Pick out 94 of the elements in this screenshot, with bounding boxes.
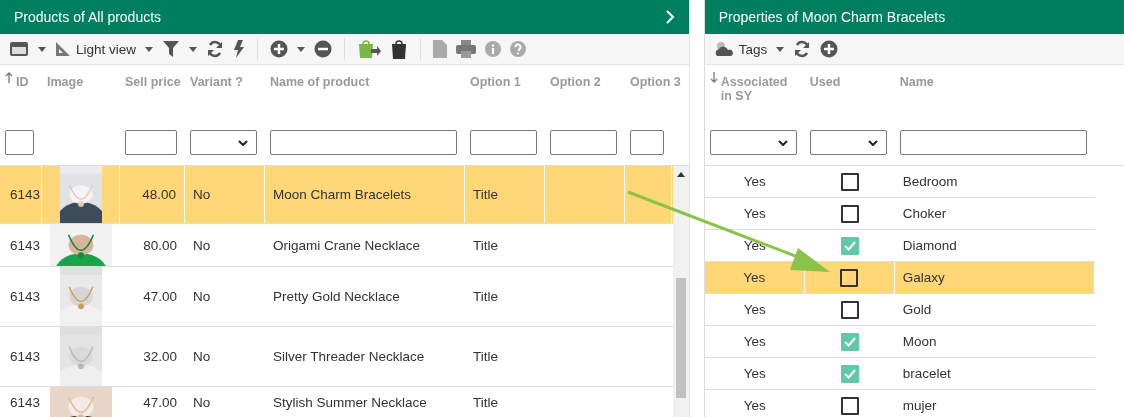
table-cell-text: Yes [742,333,767,351]
table-cell-text: Stylish Summer Necklace [272,394,428,410]
checkbox[interactable] [840,332,859,351]
shopping-bag-icon[interactable] [390,39,409,59]
scroll-up-icon[interactable] [676,172,685,178]
panel-title: Products of All products [14,9,162,25]
table-cell-text: Origami Crane Necklace [272,236,422,255]
table-cell-text: Yes [742,301,767,319]
table-row[interactable]: Yes mujer [704,390,1095,417]
filter-icon[interactable] [162,40,181,58]
table-cell-text: No [192,236,212,255]
lightning-icon[interactable] [233,40,246,58]
table-cell-text: No [192,394,212,410]
checkbox[interactable] [840,364,859,383]
window-icon[interactable] [9,41,29,57]
table-cell-text: Title [472,236,499,255]
table-cell-text: Diamond [901,237,958,255]
printer-icon[interactable] [456,40,477,58]
filter-field[interactable] [899,130,1087,155]
table-row[interactable]: Yes Gold [704,294,1095,326]
table-cell-text: Yes [742,397,767,415]
table-row[interactable]: Yes Bedroom [704,166,1095,198]
filter-dropdown[interactable] [709,130,797,155]
table-cell-text: Yes [742,173,767,191]
table-cell: 48.00 [120,166,185,223]
sort-arrow-icon [709,72,718,83]
caret-icon[interactable] [297,46,306,52]
table-cell: No [185,166,265,223]
checkbox[interactable] [840,172,859,191]
shopping-bag-export-icon[interactable] [357,39,382,59]
table-cell-text: 6143 [9,348,42,366]
checkbox[interactable] [840,236,859,255]
table-cell-text: Moon [901,333,938,351]
filter-field[interactable] [125,130,177,155]
table-cell: Title [465,166,545,223]
view-button[interactable]: Light view [55,41,137,57]
remove-icon[interactable] [314,40,333,58]
chevron-down-icon [777,139,788,146]
table-cell-text: 6143 [9,288,42,306]
table-cell-text: 47.00 [142,394,178,410]
checkbox[interactable] [840,268,859,287]
caret-icon[interactable] [38,46,46,52]
chevron-down-icon [238,139,248,146]
chevron-right-icon[interactable] [664,10,675,24]
caret-icon[interactable] [776,46,785,52]
table-cell-text: 32.00 [142,348,178,366]
add-icon[interactable] [820,40,839,58]
table-row[interactable]: Yes bracelet [704,358,1095,390]
table-cell-text: Bedroom [901,173,959,191]
tags-button[interactable]: Tags [713,41,768,57]
table-cell-text: Title [472,288,499,306]
scrollbar-thumb[interactable] [675,278,686,398]
table-cell: 6143 [0,166,42,223]
table-cell-text: Title [472,348,499,366]
table-row[interactable]: Yes Choker [704,198,1095,230]
cloud-icon [713,41,734,57]
add-icon[interactable] [270,40,289,58]
refresh-icon[interactable] [206,40,225,58]
table-cell-text: No [192,348,212,366]
table-cell-text: 6143 [9,394,42,410]
filter-field[interactable] [470,130,537,155]
table-cell-text: 47.00 [142,288,178,306]
filter-field[interactable] [270,130,457,155]
table-cell-text: Gold [901,301,933,319]
table-row[interactable]: Yes Moon [704,326,1095,358]
table-cell-text: Yes [742,365,767,383]
table-cell-text: Silver Threader Necklace [272,348,426,366]
table-cell-text: Title [472,394,499,410]
filter-dropdown[interactable] [190,130,257,155]
table-cell-text: mujer [901,397,938,415]
sort-arrow-icon [5,72,13,83]
table-row[interactable]: 6143 47.00 No Stylish Summer Necklace Title [0,387,673,417]
table-cell-text: No [192,288,212,306]
refresh-icon[interactable] [793,40,812,58]
filter-dropdown[interactable] [809,130,887,155]
chevron-down-icon [867,139,878,146]
filter-field[interactable] [5,130,34,155]
table-cell-text: Choker [901,205,948,223]
panel-title: Properties of Moon Charm Bracelets [718,9,946,25]
table-cell: Moon Charm Bracelets [265,166,465,223]
checkbox[interactable] [840,300,859,319]
caret-icon[interactable] [189,46,198,52]
checkbox[interactable] [840,396,859,415]
table-cell: Galaxy [894,262,1095,293]
table-cell-text: Yes [742,205,767,223]
table-cell-text: 6143 [9,236,42,255]
filter-field[interactable] [630,130,664,155]
table-cell-text: bracelet [901,365,952,383]
filter-field[interactable] [550,130,617,155]
caret-icon[interactable] [145,46,154,52]
table-cell-text: 80.00 [142,236,178,255]
table-cell-text: Pretty Gold Necklace [272,288,401,306]
checkbox[interactable] [840,204,859,223]
table-row[interactable]: Yes Galaxy [704,262,1095,294]
